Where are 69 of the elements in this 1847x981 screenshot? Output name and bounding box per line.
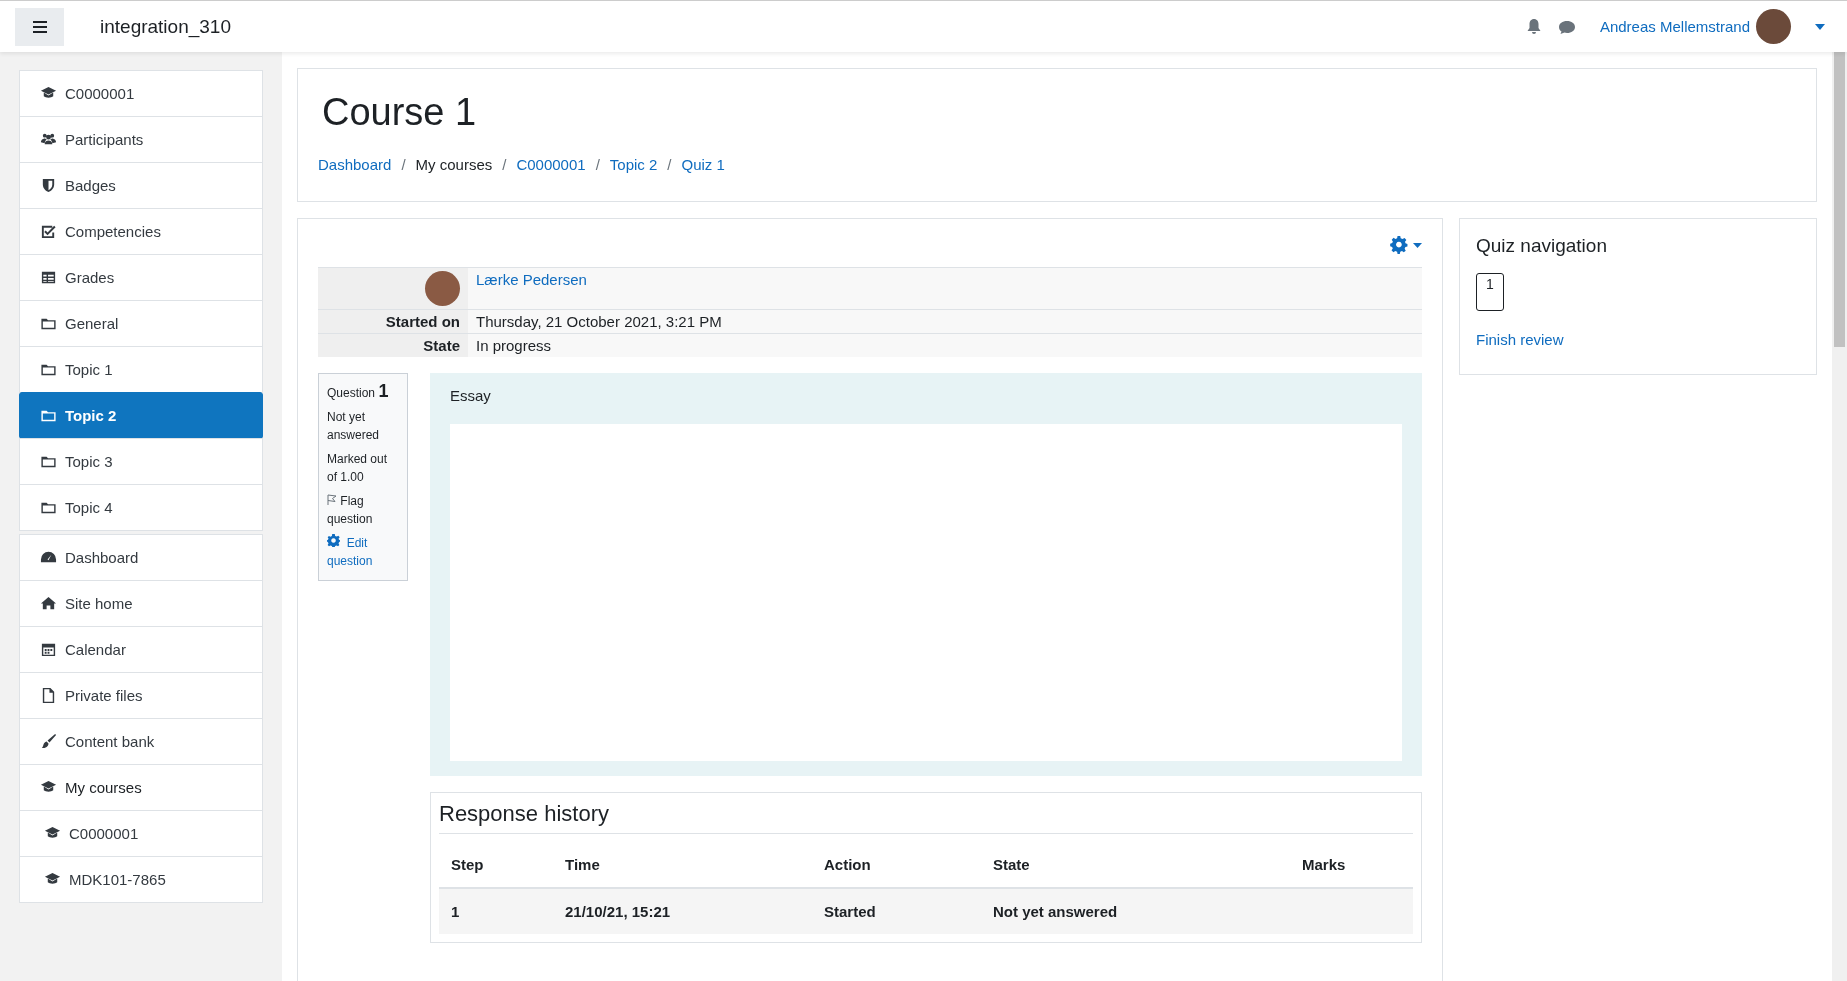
scrollbar-thumb[interactable] — [1834, 52, 1845, 347]
question-marks: Marked out of 1.00 — [327, 451, 389, 486]
caret-icon — [1413, 242, 1422, 248]
table-cell: 1 — [451, 903, 460, 920]
sidebar-item[interactable]: Competencies — [19, 208, 263, 255]
breadcrumb-link[interactable]: Topic 2 — [609, 156, 658, 173]
question-number: Question 1 — [327, 382, 390, 402]
sidebar-item[interactable]: Content bank — [19, 718, 263, 765]
question-text: Essay — [450, 387, 492, 404]
question-navigation-button[interactable]: 1 — [1476, 273, 1504, 311]
breadcrumb-link[interactable]: Dashboard — [318, 156, 392, 173]
question-status: Not yet answered — [327, 409, 381, 444]
sidebar-item[interactable]: Participants — [19, 116, 263, 163]
menu-icon — [32, 20, 47, 33]
sidebar-item[interactable]: General — [19, 300, 263, 347]
breadcrumb-separator: / — [595, 156, 600, 173]
sidebar-item[interactable]: Topic 4 — [19, 484, 263, 531]
settings-menu-button[interactable] — [1389, 235, 1422, 255]
sidebar-item[interactable]: Calendar — [19, 626, 263, 673]
breadcrumb-text: My courses — [415, 156, 493, 173]
checkbox-icon — [40, 223, 57, 240]
messages-icon[interactable] — [1557, 18, 1576, 35]
user-avatar — [425, 271, 460, 306]
shield-icon — [40, 177, 57, 194]
calendar-icon — [40, 641, 57, 658]
sidebar-item[interactable]: Grades — [19, 254, 263, 301]
home-icon — [40, 595, 57, 612]
breadcrumb-separator: / — [502, 156, 507, 173]
sidebar-item[interactable]: Topic 3 — [19, 438, 263, 485]
sidebar-item[interactable]: Topic 2 — [19, 392, 263, 439]
sidebar-item[interactable]: Topic 1 — [19, 346, 263, 393]
breadcrumb-separator: / — [401, 156, 406, 173]
course-title: Course 1 — [322, 91, 478, 134]
settings-icon — [327, 534, 340, 547]
notifications-icon[interactable] — [1525, 18, 1542, 35]
sidebar-item[interactable]: Private files — [19, 672, 263, 719]
sidebar-item[interactable]: Badges — [19, 162, 263, 209]
sidebar-item[interactable]: C0000001 — [19, 810, 263, 857]
table-cell: Not yet answered — [993, 903, 1118, 920]
sidebar-item[interactable]: MDK101-7865 — [19, 856, 263, 903]
summary-label: State — [318, 333, 468, 357]
settings-icon — [1389, 235, 1409, 255]
breadcrumb-link[interactable]: C0000001 — [516, 156, 586, 173]
table-icon — [40, 269, 57, 286]
caret-icon[interactable] — [1815, 23, 1825, 30]
edit-question-link[interactable]: Edit question — [327, 534, 399, 570]
block-title: Quiz navigation — [1476, 235, 1608, 257]
sidebar-item[interactable]: C0000001 — [19, 70, 263, 117]
user-name-link[interactable]: Lærke Pedersen — [476, 271, 587, 288]
sidebar-item[interactable]: Dashboard — [19, 534, 263, 581]
summary-value: Thursday, 21 October 2021, 3:21 PM — [468, 309, 1422, 334]
site-name[interactable]: integration_310 — [100, 15, 231, 38]
table-cell: 21/10/21, 15:21 — [565, 903, 671, 920]
breadcrumb-separator: / — [667, 156, 672, 173]
user-menu-link[interactable]: Andreas Mellemstrand — [1599, 18, 1750, 35]
summary-value: In progress — [468, 333, 1422, 357]
section-heading: Response history — [439, 801, 1413, 834]
brush-icon — [40, 733, 57, 750]
breadcrumb-link[interactable]: Quiz 1 — [681, 156, 725, 173]
flag-icon — [327, 494, 337, 505]
sidebar-item[interactable]: My courses — [19, 764, 263, 811]
summary-label: Started on — [318, 309, 468, 334]
file-icon — [40, 687, 57, 704]
table-cell: Started — [824, 903, 876, 920]
sidebar-item[interactable]: Site home — [19, 580, 263, 627]
menu-button[interactable] — [15, 7, 64, 46]
finish-review-link[interactable]: Finish review — [1476, 331, 1564, 348]
flag-question-link[interactable]: Flag question — [327, 492, 399, 528]
user-avatar[interactable] — [1756, 9, 1791, 44]
